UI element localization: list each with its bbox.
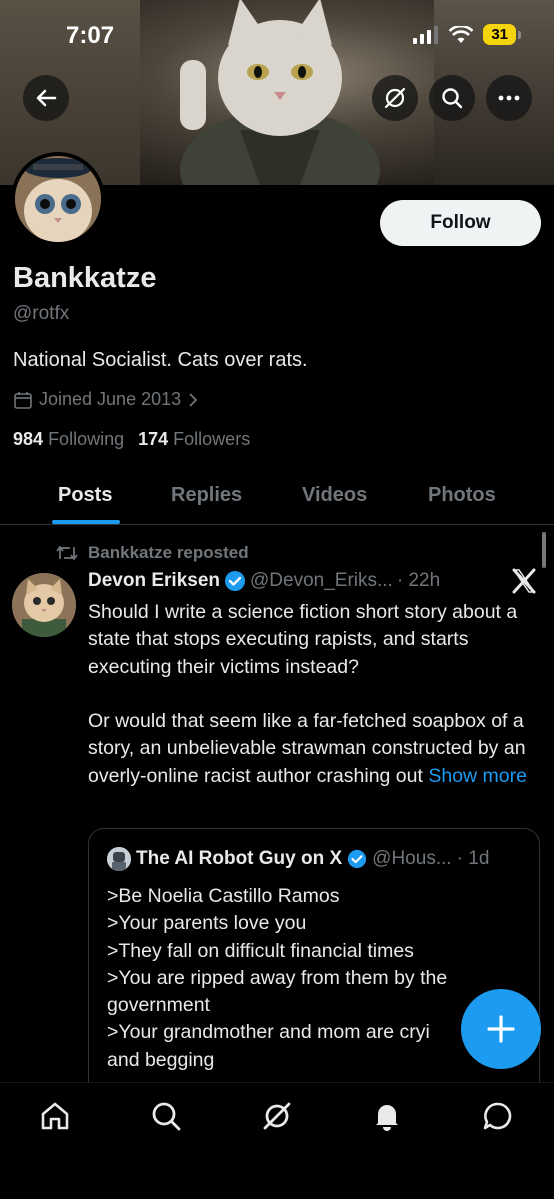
- quoted-post-time: · 1d: [456, 848, 490, 869]
- calendar-icon: [14, 391, 32, 409]
- tab-photos[interactable]: Photos: [428, 484, 496, 507]
- chevron-right-icon: [189, 392, 198, 407]
- back-arrow-icon: [36, 89, 57, 107]
- tab-replies[interactable]: Replies: [171, 484, 242, 507]
- active-tab-indicator: [52, 520, 120, 524]
- cat-avatar-image: [12, 573, 76, 637]
- profile-tabs: Posts Replies Videos Photos: [0, 472, 554, 525]
- show-more-link[interactable]: Show more: [428, 765, 527, 787]
- bell-icon: [376, 1105, 398, 1131]
- nav-home[interactable]: [38, 1099, 72, 1133]
- battery-indicator: 31: [483, 24, 521, 45]
- search-icon: [442, 88, 463, 109]
- more-dots-icon: [498, 95, 520, 101]
- quoted-author-handle: @Hous...: [372, 848, 452, 869]
- quoted-author-avatar: [107, 847, 131, 871]
- search-icon: [152, 1102, 181, 1131]
- profile-name: Bankkatze: [13, 262, 157, 294]
- joined-label: Joined June 2013: [39, 389, 182, 409]
- repost-indicator: Bankkatze reposted: [56, 543, 249, 563]
- joined-date[interactable]: Joined June 2013: [13, 389, 199, 410]
- post-author-avatar[interactable]: [12, 573, 76, 637]
- grok-button[interactable]: [372, 75, 418, 121]
- following-count: 984: [13, 429, 44, 449]
- wifi-icon: [449, 25, 474, 43]
- status-bar: 7:07 31: [0, 0, 554, 70]
- grok-icon: [384, 87, 406, 109]
- plus-icon: [487, 1015, 515, 1043]
- grok-icon: [263, 1102, 291, 1130]
- search-button[interactable]: [429, 75, 475, 121]
- follow-counts: 984 Following 174 Followers: [13, 429, 250, 450]
- post-body[interactable]: Should I write a science fiction short s…: [88, 599, 538, 790]
- tab-videos[interactable]: Videos: [302, 484, 367, 507]
- chat-bubble-icon: [483, 1102, 512, 1130]
- nav-notifications[interactable]: [370, 1099, 404, 1133]
- followers-count: 174: [138, 429, 169, 449]
- status-icons: 31: [413, 24, 521, 45]
- profile-handle: @rotfx: [13, 303, 70, 324]
- nav-search[interactable]: [149, 1099, 183, 1133]
- verified-badge-icon: [348, 849, 367, 869]
- back-button[interactable]: [23, 75, 69, 121]
- nav-messages[interactable]: [481, 1099, 515, 1133]
- post-text: Should I write a science fiction short s…: [88, 601, 526, 787]
- quoted-line: >They fall on difficult financial times: [107, 939, 414, 962]
- quoted-line: >Be Noelia Castillo Ramos: [107, 885, 340, 907]
- home-icon: [41, 1102, 69, 1130]
- x-logo-icon: [512, 568, 536, 594]
- signal-icon: [413, 25, 439, 44]
- followers-link[interactable]: 174 Followers: [138, 429, 250, 450]
- cat-avatar-image: [15, 156, 101, 242]
- tab-posts[interactable]: Posts: [58, 484, 112, 507]
- status-time: 7:07: [66, 22, 115, 49]
- quoted-post-header: The AI Robot Guy on X @Hous... · 1d: [107, 847, 489, 871]
- post-header: Devon Eriksen @Devon_Eriks... · 22h: [88, 570, 440, 592]
- robot-avatar-icon: [107, 847, 131, 871]
- quoted-line: >Your parents love you: [107, 912, 307, 935]
- more-options-button[interactable]: [486, 75, 532, 121]
- scrollbar[interactable]: [542, 532, 546, 568]
- post-author-name[interactable]: Devon Eriksen: [88, 570, 220, 592]
- post-author-handle[interactable]: @Devon_Eriks...: [250, 570, 393, 592]
- verified-badge-icon: [225, 571, 245, 591]
- post-time: · 22h: [396, 570, 441, 591]
- compose-post-button[interactable]: [461, 989, 541, 1069]
- bottom-navigation: [0, 1082, 554, 1199]
- following-link[interactable]: 984 Following: [13, 429, 124, 450]
- following-label: Following: [48, 429, 125, 449]
- repost-icon: [56, 545, 78, 561]
- quoted-line: and begging: [107, 1048, 215, 1071]
- follow-button[interactable]: Follow: [380, 200, 541, 246]
- nav-grok[interactable]: [260, 1099, 294, 1133]
- followers-label: Followers: [173, 429, 251, 449]
- profile-avatar[interactable]: [11, 152, 105, 246]
- repost-label: Bankkatze reposted: [88, 543, 249, 562]
- profile-bio: National Socialist. Cats over rats.: [13, 349, 308, 371]
- quoted-author-name: The AI Robot Guy on X: [136, 848, 343, 869]
